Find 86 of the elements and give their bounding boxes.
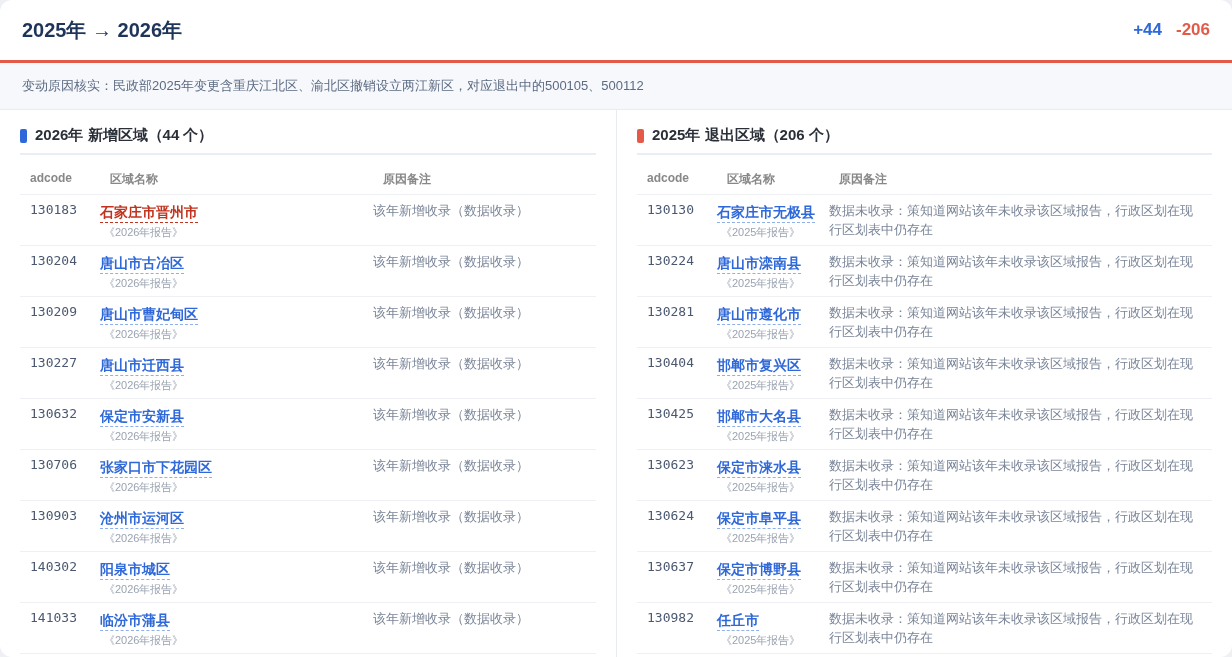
source-label: 《2025年报告》 (721, 327, 801, 342)
reason-cell-text: 数据未收录：策知道网站该年未收录该区域报告，行政区划在现行区划表中仍存在 (829, 611, 1194, 647)
adcode-cell-text: 130637 (646, 559, 695, 576)
source-label: 《2025年报告》 (721, 582, 801, 597)
source-label: 《2026年报告》 (104, 276, 184, 291)
reason-cell-text: 数据未收录：策知道网站该年未收录该区域报告，行政区划在现行区划表中仍存在 (829, 254, 1194, 290)
region-link[interactable]: 唐山市古冶区 (100, 255, 184, 274)
column-header: 区域名称 (109, 171, 159, 188)
adcode-cell-text: 130209 (29, 304, 78, 321)
source-label: 《2026年报告》 (104, 531, 184, 546)
region-link[interactable]: 唐山市曹妃甸区 (100, 306, 198, 325)
reason-cell-text: 数据未收录：策知道网站该年未收录该区域报告，行政区划在现行区划表中仍存在 (829, 509, 1194, 545)
source-label: 《2025年报告》 (721, 225, 801, 240)
reason-cell-text: 数据未收录：策知道网站该年未收录该区域报告，行政区划在现行区划表中仍存在 (829, 560, 1194, 596)
adcode-cell-text: 130903 (29, 508, 78, 525)
column-header: 区域名称 (726, 171, 776, 188)
section-marker-icon (637, 128, 644, 143)
reason-cell-text: 该年新增收录（数据收录） (373, 509, 530, 526)
adcode-cell-text: 130227 (29, 355, 78, 372)
adcode-cell-text: 130425 (646, 406, 695, 423)
adcode-cell-text: 130623 (646, 457, 695, 474)
removed-count: -206 (1175, 20, 1210, 40)
reason-cell-text: 该年新增收录（数据收录） (373, 458, 530, 475)
source-label: 《2026年报告》 (104, 429, 184, 444)
source-label: 《2026年报告》 (104, 378, 184, 393)
adcode-cell-text: 140302 (29, 559, 78, 576)
region-link[interactable]: 唐山市滦南县 (717, 255, 801, 274)
source-label: 《2025年报告》 (721, 276, 801, 291)
region-link[interactable]: 保定市博野县 (717, 561, 801, 580)
region-link[interactable]: 邯郸市大名县 (717, 408, 801, 427)
source-label: 《2026年报告》 (104, 225, 184, 240)
adcode-cell-text: 130404 (646, 355, 695, 372)
adcode-cell-text: 141033 (29, 610, 78, 627)
source-label: 《2026年报告》 (104, 633, 184, 648)
reason-cell-text: 数据未收录：策知道网站该年未收录该区域报告，行政区划在现行区划表中仍存在 (829, 407, 1194, 443)
adcode-cell-text: 130706 (29, 457, 78, 474)
column-header: adcode (646, 171, 690, 187)
source-label: 《2026年报告》 (104, 480, 184, 495)
source-label: 《2025年报告》 (721, 531, 801, 546)
source-label: 《2026年报告》 (104, 327, 184, 342)
region-link[interactable]: 阳泉市城区 (100, 561, 170, 580)
reason-cell-text: 该年新增收录（数据收录） (373, 560, 530, 577)
column-header: 原因备注 (382, 171, 432, 188)
region-link[interactable]: 邯郸市复兴区 (717, 357, 801, 376)
notice-text: 变动原因核实：民政部2025年变更含重庆江北区、渝北区撤销设立两江新区，对应退出中的500105、500112 (0, 63, 1232, 110)
reason-cell-text: 该年新增收录（数据收录） (373, 611, 530, 628)
adcode-cell-text: 130204 (29, 253, 78, 270)
region-link[interactable]: 唐山市遵化市 (717, 306, 801, 325)
adcode-cell-text: 130281 (646, 304, 695, 321)
adcode-cell-text: 130632 (29, 406, 78, 423)
section-title: 2025年 退出区域（206 个） (652, 126, 839, 145)
reason-cell-text: 该年新增收录（数据收录） (373, 305, 530, 322)
source-label: 《2026年报告》 (104, 582, 184, 597)
column-header: adcode (29, 171, 73, 187)
region-link[interactable]: 石家庄市晋州市 (100, 204, 198, 223)
reason-cell-text: 该年新增收录（数据收录） (373, 356, 530, 373)
reason-cell-text: 该年新增收录（数据收录） (373, 203, 530, 220)
region-link[interactable]: 张家口市下花园区 (100, 459, 212, 478)
reason-cell-text: 数据未收录：策知道网站该年未收录该区域报告，行政区划在现行区划表中仍存在 (829, 203, 1194, 239)
column-header: 原因备注 (838, 171, 888, 188)
region-link[interactable]: 保定市阜平县 (717, 510, 801, 529)
adcode-cell-text: 130224 (646, 253, 695, 270)
region-link[interactable]: 沧州市运河区 (100, 510, 184, 529)
section-title: 2026年 新增区域（44 个） (35, 126, 214, 145)
reason-cell-text: 数据未收录：策知道网站该年未收录该区域报告，行政区划在现行区划表中仍存在 (829, 356, 1194, 392)
region-link[interactable]: 唐山市迁西县 (100, 357, 184, 376)
adcode-cell-text: 130130 (646, 202, 695, 219)
window-title: 2025年 → 2026年 (22, 17, 183, 43)
reason-cell-text: 数据未收录：策知道网站该年未收录该区域报告，行政区划在现行区划表中仍存在 (829, 305, 1194, 341)
adcode-cell-text: 130624 (646, 508, 695, 525)
source-label: 《2025年报告》 (721, 480, 801, 495)
region-link[interactable]: 石家庄市无极县 (717, 204, 815, 223)
added-count: +44 (1133, 20, 1162, 40)
region-link[interactable]: 任丘市 (717, 612, 759, 631)
reason-cell-text: 数据未收录：策知道网站该年未收录该区域报告，行政区划在现行区划表中仍存在 (829, 458, 1194, 494)
region-link[interactable]: 临汾市蒲县 (100, 612, 170, 631)
reason-cell-text: 该年新增收录（数据收录） (373, 254, 530, 271)
source-label: 《2025年报告》 (721, 429, 801, 444)
adcode-cell-text: 130183 (29, 202, 78, 219)
source-label: 《2025年报告》 (721, 378, 801, 393)
region-link[interactable]: 保定市涞水县 (717, 459, 801, 478)
reason-cell-text: 该年新增收录（数据收录） (373, 407, 530, 424)
region-link[interactable]: 保定市安新县 (100, 408, 184, 427)
section-marker-icon (20, 128, 27, 143)
adcode-cell-text: 130982 (646, 610, 695, 627)
source-label: 《2025年报告》 (721, 633, 801, 648)
